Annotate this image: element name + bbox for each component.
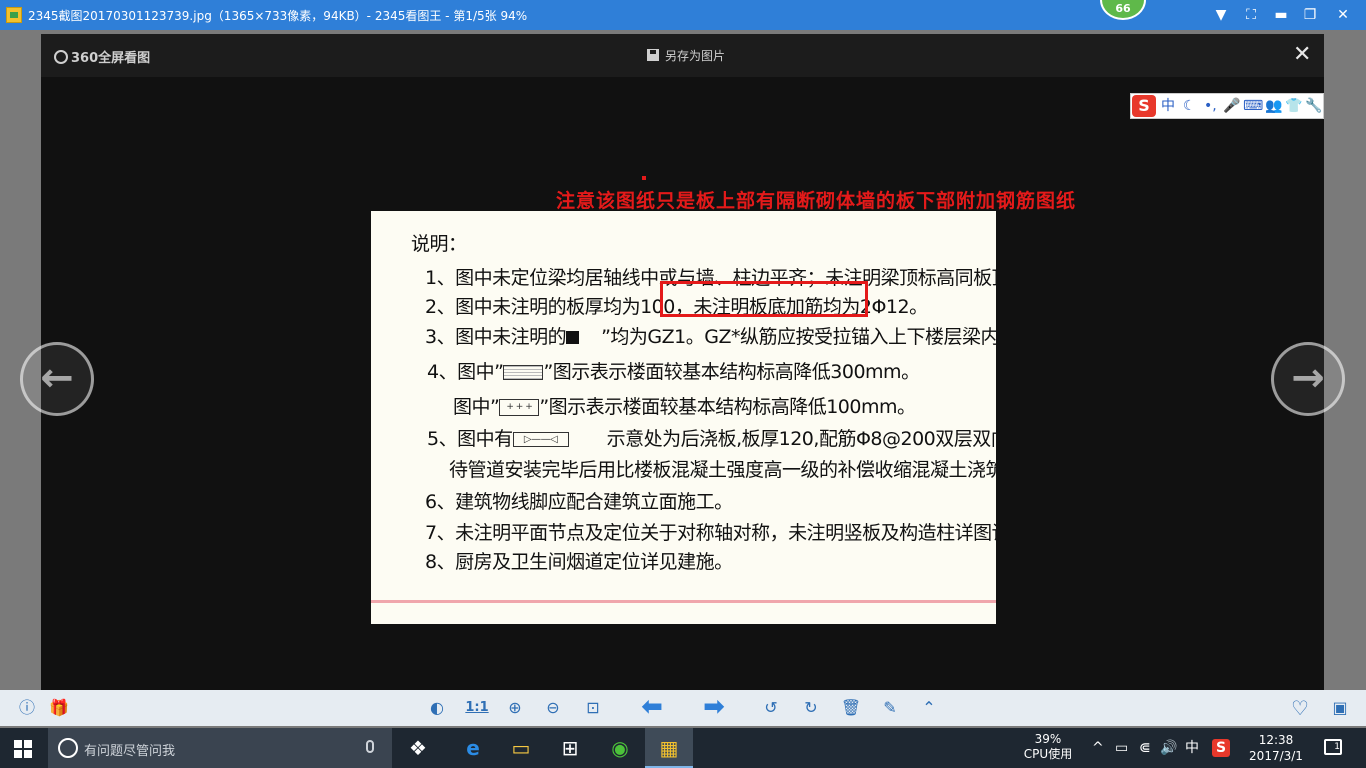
next-arrow-button[interactable]: ➡ — [697, 694, 731, 720]
close-window-button[interactable]: ✕ — [1331, 4, 1355, 26]
note-line-3: 3、图中未注明的 ”均为GZ1。GZ*纵筋应按受拉锚入上下楼层梁内。 — [425, 326, 996, 348]
close-viewer-button[interactable]: ✕ — [1293, 43, 1311, 67]
gift-icon[interactable]: 🎁 — [48, 698, 70, 718]
red-dot-mark — [642, 176, 646, 180]
window-title-bar: 2345截图20170301123739.jpg（1365×733像素，94KB… — [0, 0, 1366, 30]
punctuation-icon[interactable]: •, — [1204, 97, 1217, 115]
wifi-icon[interactable]: ⋐ — [1139, 739, 1151, 757]
delete-icon[interactable]: 🗑 — [840, 698, 862, 718]
edit-icon[interactable]: ✎ — [879, 698, 901, 718]
brand-logo-icon — [54, 50, 68, 64]
note-line-4: 4、图中” ”图示表示楼面较基本结构标高降低300mm。 — [427, 361, 920, 383]
info-icon[interactable]: ⓘ — [16, 698, 38, 718]
battery-icon[interactable]: ▭ — [1115, 739, 1128, 757]
ime-toolbar: S 中 ☾ •, 🎤 ⌨ 👥 👕 🔧 — [1130, 93, 1324, 119]
note-line-7: 7、未注明平面节点及定位关于对称轴对称，未注明竖板及构造柱详图详下层。 — [425, 522, 996, 544]
pinwheel-icon: ❖ — [409, 736, 427, 760]
save-disk-icon — [647, 49, 659, 61]
viewer-header: 360全屏看图 另存为图片 ✕ — [41, 34, 1324, 77]
ime-mode-chinese[interactable]: 中 — [1161, 97, 1175, 115]
notes-heading: 说明： — [411, 233, 467, 255]
wrench-icon[interactable]: 🔧 — [1305, 97, 1322, 115]
note-line-5: 5、图中有 ▷——◁ 示意处为后浇板,板厚120,配筋Φ8@200双层双向, — [427, 428, 996, 450]
clock-date: 2017/3/1 — [1249, 749, 1303, 763]
zoom-in-icon[interactable]: ⊕ — [504, 698, 526, 718]
taskbar-app-explorer[interactable]: ▭ — [497, 728, 545, 768]
note-line-8: 8、厨房及卫生间烟道定位详见建施。 — [425, 551, 733, 573]
microphone-icon[interactable] — [366, 740, 374, 753]
zoom-out-icon[interactable]: ⊖ — [542, 698, 564, 718]
keyboard-icon[interactable]: ⌨ — [1243, 97, 1263, 115]
next-image-button[interactable]: → — [1271, 342, 1345, 416]
moon-icon[interactable]: ☾ — [1183, 97, 1196, 115]
input-language-indicator[interactable]: 中 — [1185, 739, 1199, 757]
expand-up-icon[interactable]: ⌃ — [918, 698, 940, 718]
windows-taskbar: 有问题尽管问我 ❖ e ▭ ⊞ ◉ ▦ 39% CPU使用 ^ ▭ ⋐ 🔊 中 … — [0, 728, 1366, 768]
dotted-area-symbol: + + + — [499, 399, 540, 416]
taskbar-app-pinwheel[interactable]: ❖ — [394, 728, 442, 768]
red-highlight-box — [660, 281, 868, 317]
sogou-tray-icon[interactable]: S — [1212, 739, 1230, 757]
users-icon[interactable]: 👥 — [1265, 97, 1282, 115]
system-clock[interactable]: 12:38 2017/3/1 — [1244, 732, 1308, 764]
post-cast-slab-symbol: ▷——◁ — [512, 432, 569, 447]
skin-icon[interactable]: 👕 — [1285, 97, 1302, 115]
sogou-logo-icon[interactable]: S — [1132, 95, 1156, 117]
previous-image-button[interactable]: ← — [20, 342, 94, 416]
viewer-brand: 360全屏看图 — [54, 47, 150, 66]
image-viewer-icon: ▦ — [659, 736, 679, 760]
360-browser-icon: ◉ — [611, 736, 629, 760]
dropdown-icon[interactable]: ▼ — [1209, 4, 1233, 26]
fit-window-icon[interactable]: ⊡ — [582, 698, 604, 718]
note-line-6: 6、建筑物线脚应配合建筑立面施工。 — [425, 491, 733, 513]
fullscreen-icon[interactable]: ⛶ — [1239, 4, 1263, 26]
start-button[interactable] — [14, 740, 32, 758]
volume-icon[interactable]: 🔊 — [1160, 739, 1177, 757]
minimize-button[interactable]: ▬ — [1269, 4, 1293, 26]
cpu-percent: 39% — [1034, 732, 1062, 746]
store-icon: ⊞ — [561, 736, 579, 760]
cpu-usage[interactable]: 39% CPU使用 — [1022, 732, 1074, 762]
cpu-label: CPU使用 — [1023, 747, 1073, 761]
favorite-icon[interactable]: ♡ — [1288, 698, 1312, 718]
hatched-area-symbol — [503, 365, 544, 380]
bottom-toolbar: ⓘ 🎁 ◐ 1:1 ⊕ ⊖ ⊡ ⬅ ➡ ↺ ↻ 🗑 ✎ ⌃ ♡ ▣ — [0, 690, 1366, 726]
cortana-icon — [58, 738, 78, 758]
adjust-icon[interactable]: ◐ — [426, 698, 448, 718]
note-line-5b: 待管道安装完毕后用比楼板混凝土强度高一级的补偿收缩混凝土浇筑。 — [449, 459, 996, 481]
taskbar-app-2345-viewer[interactable]: ▦ — [645, 728, 693, 768]
window-title: 2345截图20170301123739.jpg（1365×733像素，94KB… — [28, 9, 528, 23]
gallery-icon[interactable]: ▣ — [1328, 698, 1352, 718]
folder-icon: ▭ — [511, 736, 531, 760]
drawing-notes-image: 说明： 1、图中未定位梁均居轴线中或与墙、柱边平齐；未注明梁顶标高同板顶。 2、… — [371, 211, 996, 624]
microphone-icon[interactable]: 🎤 — [1223, 97, 1240, 115]
note-line-4b: 图中” + + + ”图示表示楼面较基本结构标高降低100mm。 — [453, 396, 916, 418]
notification-center-icon[interactable]: 1 — [1324, 739, 1342, 755]
red-annotation-text: 注意该图纸只是板上部有隔断砌体墙的板下部附加钢筋图纸 — [556, 190, 1077, 212]
rotate-left-icon[interactable]: ↺ — [760, 698, 782, 718]
cortana-search-box[interactable]: 有问题尽管问我 — [48, 728, 392, 768]
score-badge[interactable]: 66 — [1100, 0, 1146, 20]
taskbar-app-edge[interactable]: e — [449, 728, 497, 768]
rotate-right-icon[interactable]: ↻ — [800, 698, 822, 718]
restore-button[interactable]: ❐ — [1298, 4, 1322, 26]
actual-size-button[interactable]: 1:1 — [464, 698, 490, 718]
edge-icon: e — [466, 736, 480, 760]
taskbar-app-360[interactable]: ◉ — [596, 728, 644, 768]
clock-time: 12:38 — [1258, 733, 1294, 747]
search-placeholder: 有问题尽管问我 — [84, 744, 176, 759]
previous-arrow-button[interactable]: ⬅ — [635, 694, 669, 720]
show-hidden-icons[interactable]: ^ — [1092, 739, 1104, 757]
pink-divider — [371, 600, 996, 603]
black-square-symbol — [566, 331, 580, 344]
app-icon — [6, 7, 22, 23]
save-as-image-button[interactable]: 另存为图片 — [647, 47, 725, 64]
taskbar-app-store[interactable]: ⊞ — [546, 728, 594, 768]
